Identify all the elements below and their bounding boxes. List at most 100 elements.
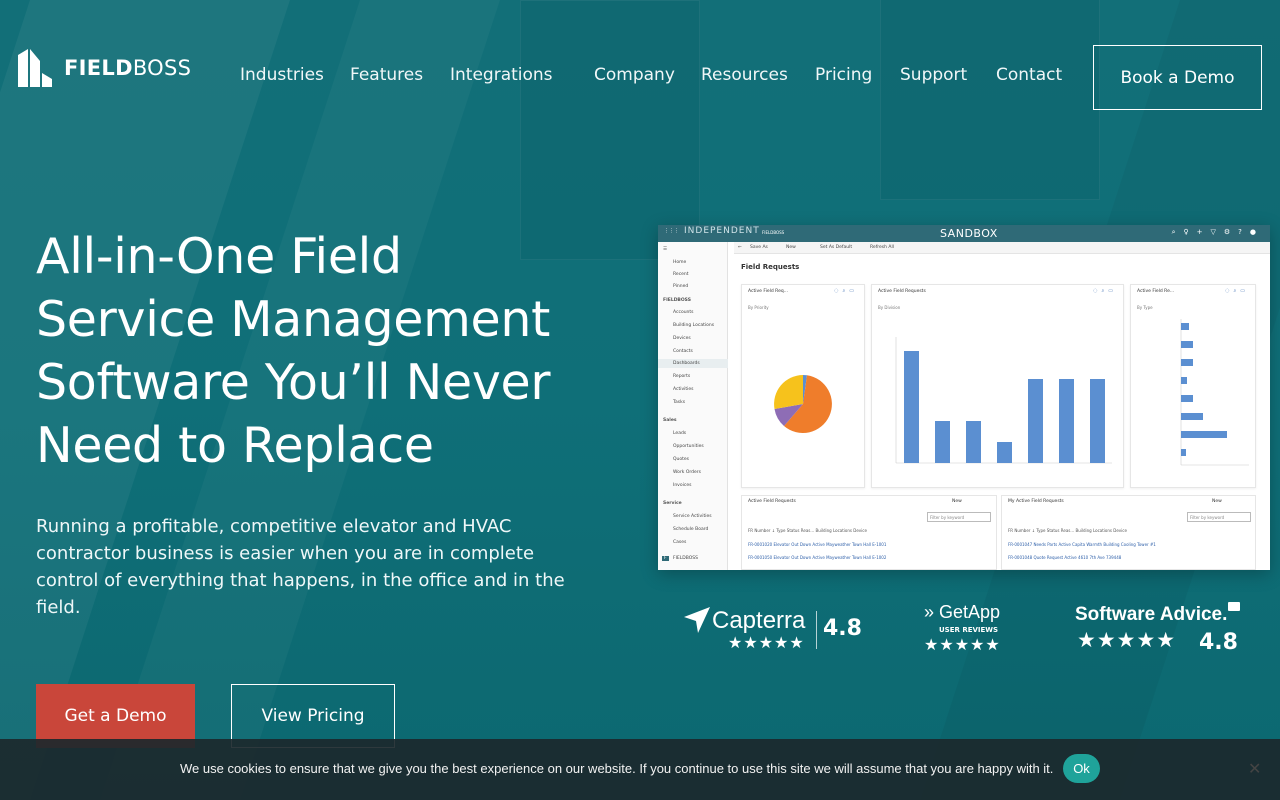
sidebar-section: Service xyxy=(663,501,682,506)
nav-pricing[interactable]: Pricing xyxy=(815,65,872,85)
softwareadvice-name: Software Advice. xyxy=(1075,604,1228,625)
table-new-button: New xyxy=(952,499,962,504)
sidebar-item: Quotes xyxy=(673,457,690,462)
table-new-button: New xyxy=(1212,499,1222,504)
card-icons: ◌⌕▭ xyxy=(1225,288,1249,294)
getapp-name: GetApp xyxy=(939,602,1001,622)
sidebar-item: Devices xyxy=(673,336,691,341)
speech-bubble-icon xyxy=(1228,602,1240,611)
sidebar-item: Pinned xyxy=(673,284,689,289)
cookie-banner: We use cookies to ensure that we give yo… xyxy=(0,739,1280,800)
nav-industries[interactable]: Industries xyxy=(240,65,324,85)
priority-chart-card: Active Field Req... ◌⌕▭ By Priority xyxy=(741,284,865,488)
table-row: FR-0001047 Needs Parts Active Capita War… xyxy=(1008,542,1156,547)
sidebar-section: Sales xyxy=(663,418,677,423)
card-icons: ◌⌕▭ xyxy=(834,288,858,294)
sidebar-item: Service Activities xyxy=(673,514,712,519)
app-topbar: ⋮⋮⋮ INDEPENDENT FIELDBOSS SANDBOX ⌕♀+▽⚙?… xyxy=(658,225,1270,242)
back-icon: ← xyxy=(738,245,742,250)
card-subtitle: By Priority xyxy=(748,305,769,310)
fieldboss-logo[interactable]: FIELDBOSS xyxy=(18,49,191,87)
logo-wordmark: FIELDBOSS xyxy=(64,56,192,80)
softwareadvice-stars: ★★★★★ xyxy=(1077,628,1177,652)
nav-company[interactable]: Company xyxy=(594,65,675,85)
card-icons: ◌⌕▭ xyxy=(1093,288,1117,294)
table-row: FR-0001048 Quote Request Active 4610 7th… xyxy=(1008,555,1122,560)
capterra-arrow-icon xyxy=(684,607,710,633)
sidebar-item: Invoices xyxy=(673,483,692,488)
card-subtitle: By Type xyxy=(1137,305,1153,310)
org-logo: INDEPENDENT xyxy=(684,226,760,236)
headline-line: Service Management xyxy=(36,291,551,348)
app-screenshot: ⋮⋮⋮ INDEPENDENT FIELDBOSS SANDBOX ⌕♀+▽⚙?… xyxy=(658,225,1270,570)
dashboard-title: Field Requests xyxy=(741,263,800,271)
building-logo-icon xyxy=(18,49,52,87)
nav-contact[interactable]: Contact xyxy=(996,65,1062,85)
close-icon[interactable]: ✕ xyxy=(1248,759,1261,778)
app-product-name: FIELDBOSS xyxy=(762,230,785,235)
capterra-score: 4.8 xyxy=(823,616,862,641)
cookie-ok-button[interactable]: Ok xyxy=(1063,754,1100,783)
sidebar-item: Leads xyxy=(673,431,687,436)
card-title: Active Field Requests xyxy=(878,289,926,294)
getapp-stars: ★★★★★ xyxy=(924,635,1001,654)
sidebar-item: Recent xyxy=(673,272,689,277)
sidebar-item: Contacts xyxy=(673,349,693,354)
topbar-icons: ⌕♀+▽⚙?● xyxy=(1171,228,1264,236)
division-bar-chart xyxy=(895,337,1112,464)
table-header: FR Number ↓ Type Status Reas... Building… xyxy=(1008,528,1127,533)
type-hbar-chart xyxy=(1180,319,1249,466)
nav-integrations[interactable]: Integrations xyxy=(450,65,553,85)
nav-features[interactable]: Features xyxy=(350,65,423,85)
active-requests-table: Active Field Requests New Filter by keyw… xyxy=(741,495,997,570)
hero-headline: All-in-One Field Service Management Soft… xyxy=(36,225,626,477)
headline-line: All-in-One Field xyxy=(36,228,402,285)
sidebar-item: Schedule Board xyxy=(673,527,709,532)
division-chart-card: Active Field Requests ◌⌕▭ By Division xyxy=(871,284,1124,488)
table-row: FR-0001050 Elevator Out Down Active Mayw… xyxy=(748,555,887,560)
environment-label: SANDBOX xyxy=(940,227,998,240)
hero-subcopy: Running a profitable, competitive elevat… xyxy=(36,516,565,618)
sidebar-item: Opportunities xyxy=(673,444,704,449)
sidebar-item: Activities xyxy=(673,387,694,392)
table-title: My Active Field Requests xyxy=(1008,499,1064,504)
cookie-message: We use cookies to ensure that we give yo… xyxy=(180,761,1054,776)
softwareadvice-score: 4.8 xyxy=(1199,630,1238,655)
sidebar-area-label: FIELDBOSS xyxy=(673,556,698,561)
table-row: FR-0001020 Elevator Out Down Active Mayw… xyxy=(748,542,887,547)
table-filter-input: Filter by keyword xyxy=(927,512,991,522)
capterra-stars: ★★★★★ xyxy=(728,633,805,652)
sidebar-item: Reports xyxy=(673,374,691,379)
my-requests-table: My Active Field Requests New Filter by k… xyxy=(1001,495,1256,570)
cmd-new: New xyxy=(786,245,796,250)
area-switcher: F xyxy=(662,556,669,561)
priority-pie-chart xyxy=(774,375,832,434)
sidebar-item: Cases xyxy=(673,540,687,545)
capterra-name: Capterra xyxy=(712,607,806,634)
card-subtitle: By Division xyxy=(878,305,901,310)
capterra-divider xyxy=(816,611,817,649)
table-title: Active Field Requests xyxy=(748,499,796,504)
sidebar-item: Tasks xyxy=(673,400,686,405)
app-sidebar: ☰ Home Recent Pinned FIELDBOSS Accounts … xyxy=(658,242,728,570)
getapp-tag: USER REVIEWS xyxy=(939,626,999,634)
hamburger-icon: ☰ xyxy=(663,247,668,252)
table-header: FR Number ↓ Type Status Reas... Building… xyxy=(748,528,867,533)
getapp-chevron-icon: » xyxy=(924,602,935,622)
cmd-refresh-all: Refresh All xyxy=(870,245,895,250)
sidebar-item: Building Locations xyxy=(673,323,715,328)
sidebar-item: Home xyxy=(673,260,687,265)
book-demo-button[interactable]: Book a Demo xyxy=(1093,45,1262,110)
sidebar-section: FIELDBOSS xyxy=(663,298,691,303)
cmd-save-as: Save As xyxy=(750,245,768,250)
headline-line: Software You’ll Never xyxy=(36,354,551,411)
table-filter-input: Filter by keyword xyxy=(1187,512,1251,522)
nav-resources[interactable]: Resources xyxy=(701,65,788,85)
card-title: Active Field Req... xyxy=(748,289,789,294)
sidebar-item: Accounts xyxy=(673,310,694,315)
card-title: Active Field Re... xyxy=(1137,289,1175,294)
type-chart-card: Active Field Re... ◌⌕▭ By Type xyxy=(1130,284,1256,488)
cmd-set-default: Set As Default xyxy=(820,245,853,250)
nav-support[interactable]: Support xyxy=(900,65,967,85)
headline-line: Need to Replace xyxy=(36,417,434,474)
